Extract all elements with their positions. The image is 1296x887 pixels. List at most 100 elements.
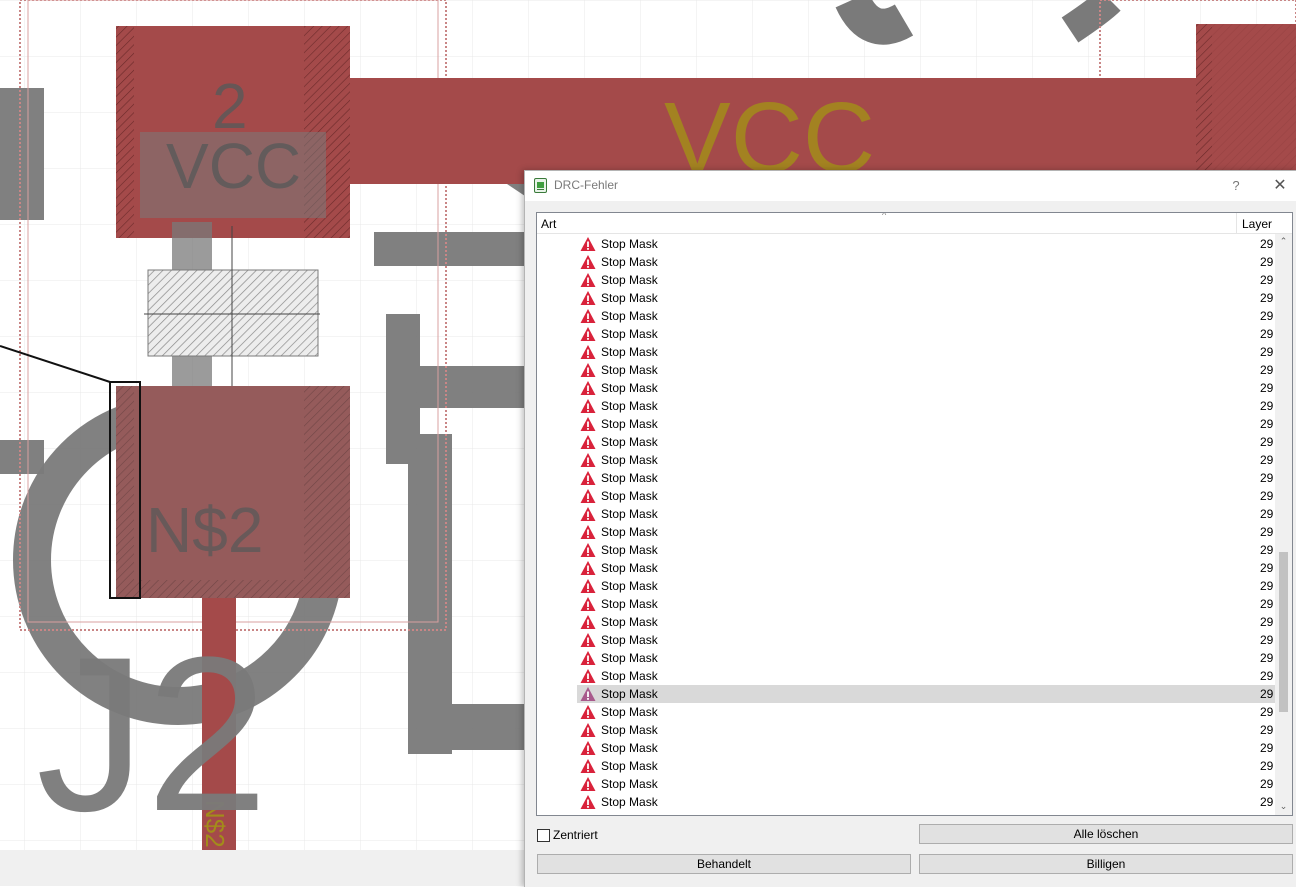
error-row[interactable]: Stop Mask 29	[537, 667, 1275, 685]
error-row[interactable]: Stop Mask 29	[537, 631, 1275, 649]
dialog-titlebar[interactable]: DRC-Fehler ? ✕	[525, 171, 1296, 201]
error-row[interactable]: Stop Mask 29	[537, 451, 1275, 469]
warning-icon	[580, 309, 596, 323]
error-layer-value: 29	[1260, 669, 1274, 683]
error-type-label: Stop Mask	[601, 489, 658, 503]
handled-button[interactable]: Behandelt	[537, 854, 911, 874]
status-strip	[0, 850, 524, 886]
vertical-scrollbar[interactable]: ⌃ ⌄	[1275, 234, 1292, 815]
error-row[interactable]: Stop Mask 29	[537, 361, 1275, 379]
approve-button[interactable]: Billigen	[919, 854, 1293, 874]
warning-icon	[580, 651, 596, 665]
error-row[interactable]: Stop Mask 29	[537, 793, 1275, 811]
warning-icon	[580, 579, 596, 593]
error-layer-value: 29	[1260, 363, 1274, 377]
error-type-label: Stop Mask	[601, 291, 658, 305]
error-row[interactable]: Stop Mask 29	[537, 685, 1275, 703]
error-row[interactable]: Stop Mask 29	[537, 343, 1275, 361]
warning-icon	[580, 723, 596, 737]
error-row[interactable]: Stop Mask 29	[537, 253, 1275, 271]
error-type-label: Stop Mask	[601, 705, 658, 719]
scroll-up-icon[interactable]: ⌃	[1275, 234, 1292, 248]
error-layer-value: 29	[1260, 723, 1274, 737]
warning-icon	[580, 417, 596, 431]
error-row[interactable]: Stop Mask 29	[537, 289, 1275, 307]
error-row[interactable]: Stop Mask 29	[537, 703, 1275, 721]
error-type-label: Stop Mask	[601, 255, 658, 269]
scrollbar-thumb[interactable]	[1279, 552, 1288, 712]
error-row[interactable]: Stop Mask 29	[537, 595, 1275, 613]
column-separator[interactable]	[1236, 213, 1237, 233]
error-type-label: Stop Mask	[601, 363, 658, 377]
error-row[interactable]: Stop Mask 29	[537, 541, 1275, 559]
error-row[interactable]: Stop Mask 29	[537, 271, 1275, 289]
pad-bottom-net-label: N$2	[146, 494, 263, 566]
error-layer-value: 29	[1260, 489, 1274, 503]
warning-icon	[580, 345, 596, 359]
warning-icon	[580, 453, 596, 467]
error-type-label: Stop Mask	[601, 543, 658, 557]
sort-arrow-icon: ^	[882, 212, 887, 220]
help-button[interactable]: ?	[1225, 176, 1247, 196]
error-type-label: Stop Mask	[601, 327, 658, 341]
warning-icon	[580, 669, 596, 683]
warning-icon	[580, 543, 596, 557]
error-row[interactable]: Stop Mask 29	[537, 307, 1275, 325]
error-row[interactable]: Stop Mask 29	[537, 523, 1275, 541]
error-layer-value: 29	[1260, 651, 1274, 665]
drc-error-list[interactable]: ^ Art Layer Stop Mask 29 Stop Mask 29 Stop M…	[536, 212, 1293, 816]
error-layer-value: 29	[1260, 309, 1274, 323]
error-type-label: Stop Mask	[601, 561, 658, 575]
error-type-label: Stop Mask	[601, 417, 658, 431]
warning-icon	[580, 399, 596, 413]
warning-icon	[580, 273, 596, 287]
error-type-label: Stop Mask	[601, 759, 658, 773]
error-type-label: Stop Mask	[601, 723, 658, 737]
error-layer-value: 29	[1260, 777, 1274, 791]
close-button[interactable]: ✕	[1269, 176, 1291, 196]
error-row[interactable]: Stop Mask 29	[537, 505, 1275, 523]
error-layer-value: 29	[1260, 381, 1274, 395]
error-type-label: Stop Mask	[601, 435, 658, 449]
warning-icon	[580, 741, 596, 755]
drc-errors-dialog: DRC-Fehler ? ✕ ^ Art Layer Stop Mask 29 St…	[524, 170, 1296, 887]
error-type-label: Stop Mask	[601, 273, 658, 287]
error-row[interactable]: Stop Mask 29	[537, 559, 1275, 577]
error-type-label: Stop Mask	[601, 615, 658, 629]
scroll-down-icon[interactable]: ⌄	[1275, 797, 1292, 815]
column-header-art[interactable]: Art	[541, 217, 556, 231]
error-layer-value: 29	[1260, 327, 1274, 341]
error-type-label: Stop Mask	[601, 579, 658, 593]
centered-checkbox[interactable]	[537, 829, 550, 842]
error-row[interactable]: Stop Mask 29	[537, 613, 1275, 631]
error-layer-value: 29	[1260, 615, 1274, 629]
error-row[interactable]: Stop Mask 29	[537, 721, 1275, 739]
error-row[interactable]: Stop Mask 29	[537, 469, 1275, 487]
error-layer-value: 29	[1260, 579, 1274, 593]
column-header-layer[interactable]: Layer	[1242, 217, 1272, 231]
error-row[interactable]: Stop Mask 29	[537, 397, 1275, 415]
error-row[interactable]: Stop Mask 29	[537, 325, 1275, 343]
error-row[interactable]: Stop Mask 29	[537, 649, 1275, 667]
error-row[interactable]: Stop Mask 29	[537, 487, 1275, 505]
error-row[interactable]: Stop Mask 29	[537, 757, 1275, 775]
error-row[interactable]: Stop Mask 29	[537, 433, 1275, 451]
error-row[interactable]: Stop Mask 29	[537, 415, 1275, 433]
error-type-label: Stop Mask	[601, 453, 658, 467]
error-row[interactable]: Stop Mask 29	[537, 775, 1275, 793]
error-type-label: Stop Mask	[601, 633, 658, 647]
error-layer-value: 29	[1260, 597, 1274, 611]
error-row[interactable]: Stop Mask 29	[537, 739, 1275, 757]
warning-icon	[580, 705, 596, 719]
warning-icon	[580, 759, 596, 773]
error-row[interactable]: Stop Mask 29	[537, 379, 1275, 397]
clear-all-button[interactable]: Alle löschen	[919, 824, 1293, 844]
error-layer-value: 29	[1260, 795, 1274, 809]
error-type-label: Stop Mask	[601, 741, 658, 755]
error-layer-value: 29	[1260, 741, 1274, 755]
error-layer-value: 29	[1260, 525, 1274, 539]
error-layer-value: 29	[1260, 543, 1274, 557]
error-row[interactable]: Stop Mask 29	[537, 577, 1275, 595]
error-row[interactable]: Stop Mask 29	[537, 235, 1275, 253]
app-icon	[534, 178, 547, 193]
